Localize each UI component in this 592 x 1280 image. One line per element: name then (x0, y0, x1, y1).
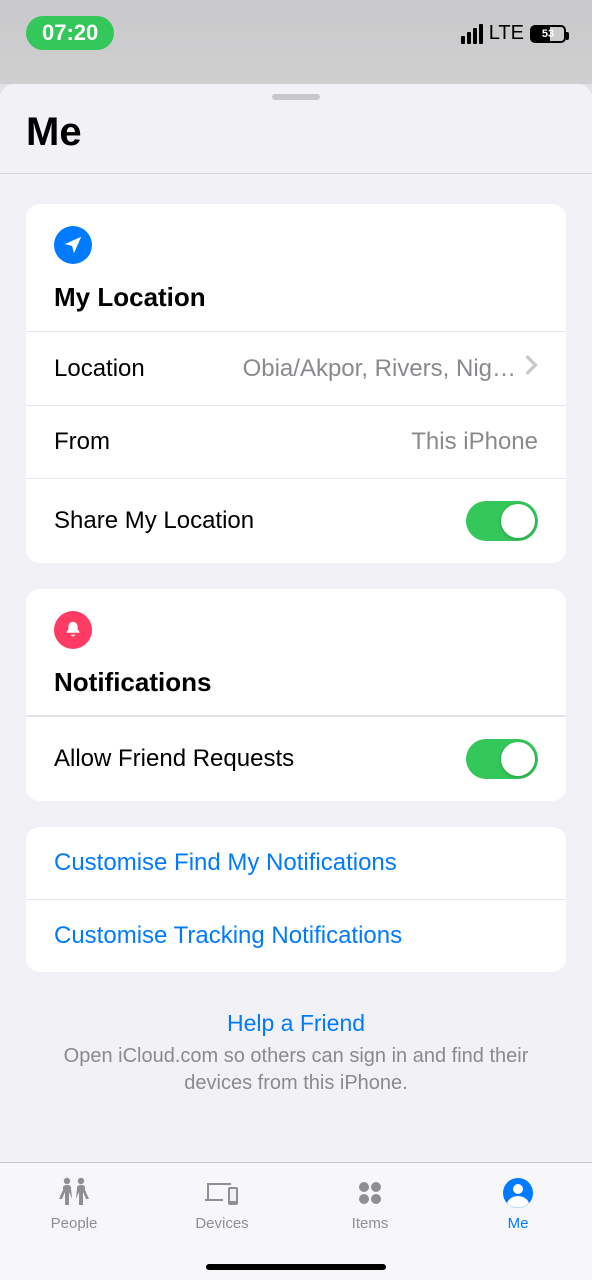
location-row[interactable]: Location Obia/Akpor, Rivers, Nig… (26, 331, 566, 405)
status-bar: 07:20 LTE 53 (0, 0, 592, 84)
my-location-group: My Location Location Obia/Akpor, Rivers,… (26, 204, 566, 563)
cellular-bars-icon (461, 24, 483, 44)
devices-icon (202, 1175, 242, 1211)
time-pill[interactable]: 07:20 (26, 16, 114, 50)
tab-people[interactable]: People (0, 1163, 148, 1280)
help-a-friend-block[interactable]: Help a Friend Open iCloud.com so others … (0, 972, 592, 1137)
people-icon (54, 1175, 94, 1211)
row-value: Obia/Akpor, Rivers, Nig… (145, 355, 516, 383)
link-label: Customise Tracking Notifications (54, 922, 402, 950)
help-text: Open iCloud.com so others can sign in an… (30, 1043, 562, 1097)
section-title: My Location (54, 282, 538, 313)
bell-icon (54, 611, 92, 649)
row-label: Location (54, 355, 145, 383)
link-label: Customise Find My Notifications (54, 849, 397, 877)
tab-label: Devices (195, 1215, 248, 1232)
home-indicator[interactable] (206, 1264, 386, 1270)
my-location-header: My Location (26, 204, 566, 331)
customise-tracking-button[interactable]: Customise Tracking Notifications (26, 899, 566, 972)
me-sheet[interactable]: Me My Location Location Obia/Akpor, Rive… (0, 84, 592, 1162)
from-row[interactable]: From This iPhone (26, 405, 566, 478)
battery-icon: 53 (530, 25, 566, 43)
customise-findmy-button[interactable]: Customise Find My Notifications (26, 827, 566, 899)
tab-label: Items (352, 1215, 389, 1232)
tab-items[interactable]: Items (296, 1163, 444, 1280)
divider (0, 173, 592, 174)
notification-links-group: Customise Find My Notifications Customis… (26, 827, 566, 972)
person-circle-icon (498, 1175, 538, 1211)
page-title: Me (0, 100, 592, 173)
notifications-header: Notifications (26, 589, 566, 716)
help-a-friend-link[interactable]: Help a Friend (30, 1010, 562, 1037)
notifications-group: Notifications Allow Friend Requests (26, 589, 566, 801)
tab-bar: People Devices Items Me (0, 1162, 592, 1280)
tab-label: People (51, 1215, 98, 1232)
row-value: This iPhone (110, 428, 538, 456)
section-title: Notifications (54, 667, 538, 698)
share-location-toggle[interactable] (466, 501, 538, 541)
friend-requests-row: Allow Friend Requests (26, 716, 566, 801)
chevron-right-icon (524, 354, 538, 383)
tab-me[interactable]: Me (444, 1163, 592, 1280)
status-right: LTE 53 (461, 22, 566, 45)
friend-requests-toggle[interactable] (466, 739, 538, 779)
row-label: Share My Location (54, 507, 254, 535)
share-location-row: Share My Location (26, 478, 566, 563)
tab-label: Me (508, 1215, 529, 1232)
row-label: Allow Friend Requests (54, 745, 294, 773)
items-icon (350, 1175, 390, 1211)
network-type: LTE (489, 22, 524, 45)
row-label: From (54, 428, 110, 456)
tab-devices[interactable]: Devices (148, 1163, 296, 1280)
location-arrow-icon (54, 226, 92, 264)
